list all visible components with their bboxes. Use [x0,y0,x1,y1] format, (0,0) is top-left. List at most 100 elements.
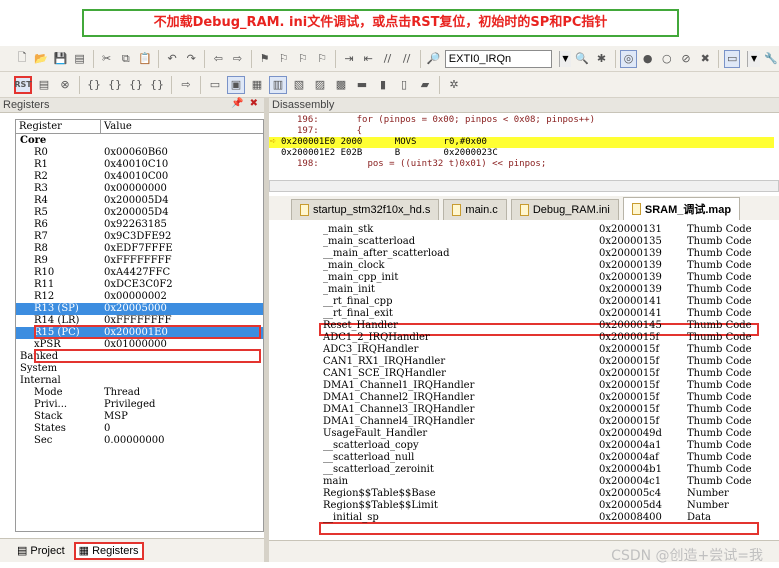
disassembly-line[interactable]: 0x200001E2 E02B B 0x2000023C [269,148,774,159]
map-row[interactable]: DMA1_Channel4_IRQHandler 0x2000015f Thumb … [269,416,779,427]
copy-icon[interactable]: ⧉ [118,50,134,68]
analysis-window-icon[interactable]: ▮ [374,76,392,94]
register-row[interactable]: R1 0x40010C10 [16,159,263,171]
map-row[interactable]: DMA1_Channel2_IRQHandler 0x2000015f Thumb … [269,392,779,403]
register-row[interactable]: R8 0xEDF7FFFE [16,243,263,255]
map-row[interactable]: __main_after_scatterload 0x20000139 Thumb … [269,248,779,259]
map-row[interactable]: Region$$Table$$Limit 0x200005d4 Number [269,500,779,511]
system-viewer-icon[interactable]: ▰ [416,76,434,94]
register-row[interactable]: Mode Thread [16,387,263,399]
register-value[interactable]: 0x00000002 [104,291,263,303]
register-value[interactable]: 0xFFFFFFFF [104,255,263,267]
register-value[interactable]: 0x200005D4 [104,207,263,219]
register-value[interactable]: 0x200005D4 [104,195,263,207]
tab-project[interactable]: ▤ Project [14,542,68,560]
map-file-editor[interactable]: _main_stk 0x20000131 Thumb Code _main_scatt… [269,220,779,540]
map-row[interactable]: Region$$Table$$Base 0x200005c4 Number [269,488,779,499]
register-value[interactable]: 0x40010C00 [104,171,263,183]
new-file-icon[interactable]: 🗋 [14,50,30,68]
register-value[interactable] [104,135,263,147]
register-value[interactable]: 0.00000000 [104,435,263,447]
stop-icon[interactable]: ⊗ [56,76,74,94]
register-value[interactable]: 0x9C3DFE92 [104,231,263,243]
uncomment-icon[interactable]: // [399,50,415,68]
window-layout-icon[interactable]: ▭ [724,49,741,68]
register-row[interactable]: R5 0x200005D4 [16,207,263,219]
file-tab[interactable]: Debug_RAM.ini [510,199,619,220]
redo-icon[interactable]: ↷ [183,50,199,68]
register-row[interactable]: Internal [16,375,263,387]
watch-window-icon[interactable]: ▨ [311,76,329,94]
disassembly-hscrollbar[interactable] [269,180,779,192]
chevron-down-icon[interactable]: ▼ [747,50,760,67]
register-value[interactable]: 0x00060B60 [104,147,263,159]
register-row[interactable]: R2 0x40010C00 [16,171,263,183]
chevron-down-icon[interactable]: ▼ [558,50,572,67]
map-row[interactable]: _main_init 0x20000139 Thumb Code [269,284,779,295]
undo-icon[interactable]: ↶ [164,50,180,68]
incremental-find-icon[interactable]: ✱ [593,50,609,68]
step-out-icon[interactable]: {} [127,76,145,94]
register-value[interactable] [104,375,263,387]
debug-session-icon[interactable]: ◎ [620,49,637,68]
map-row[interactable]: __rt_final_exit 0x20000141 Thumb Code [269,308,779,319]
map-row[interactable]: Reset_Handler 0x20000145 Thumb Code [269,320,779,331]
serial-window-icon[interactable]: ▬ [353,76,371,94]
disassembly-line[interactable]: 197: { [269,126,774,137]
file-tab[interactable]: SRAM_调试.map [622,197,741,220]
register-row[interactable]: System [16,363,263,375]
symbols-window-icon[interactable]: ▦ [248,76,266,94]
disassembly-line[interactable]: 198: pos = ((uint32 t)0x01) << pinpos; [269,159,774,170]
comment-icon[interactable]: // [379,50,395,68]
show-next-statement-icon[interactable]: ⇨ [177,76,195,94]
map-row[interactable]: __scatterload_copy 0x200004a1 Thumb Code [269,440,779,451]
register-row[interactable]: Privi... Privileged [16,399,263,411]
register-value[interactable]: 0x92263185 [104,219,263,231]
disassembly-window-icon[interactable]: ▣ [227,75,245,94]
register-value[interactable]: MSP [104,411,263,423]
map-row[interactable]: DMA1_Channel3_IRQHandler 0x2000015f Thumb … [269,404,779,415]
register-value[interactable]: 0x40010C10 [104,159,263,171]
save-icon[interactable]: 💾 [52,50,68,68]
register-value[interactable]: Thread [104,387,263,399]
close-icon[interactable]: ✖ [250,98,258,109]
map-row[interactable]: CAN1_RX1_IRQHandler 0x2000015f Thumb Code [269,356,779,367]
run-to-cursor-icon[interactable]: {} [148,76,166,94]
register-value[interactable]: 0 [104,423,263,435]
unindent-icon[interactable]: ⇤ [360,50,376,68]
step-into-icon[interactable]: {} [85,76,103,94]
register-value[interactable]: 0xDCE3C0F2 [104,279,263,291]
register-value[interactable]: 0x20005000 [104,303,263,315]
map-row[interactable]: main 0x200004c1 Thumb Code [269,476,779,487]
breakpoint-kill-icon[interactable]: ✖ [697,50,713,68]
register-value[interactable] [104,363,263,375]
disassembly-line[interactable]: 0x200001E0 2000 MOVS r0,#0x00 [269,137,774,148]
map-row[interactable]: _main_cpp_init 0x20000139 Thumb Code [269,272,779,283]
toolbox-icon[interactable]: ✲ [445,76,463,94]
breakpoint-disabled-icon[interactable]: ○ [659,50,675,68]
map-row[interactable]: __scatterload_null 0x200004af Thumb Code [269,452,779,463]
register-row[interactable]: R11 0xDCE3C0F2 [16,279,263,291]
register-row[interactable]: States 0 [16,423,263,435]
breakpoint-toggle-icon[interactable]: ⊘ [678,50,694,68]
trace-window-icon[interactable]: ▯ [395,76,413,94]
map-row[interactable]: UsageFault_Handler 0x2000049d Thumb Code [269,428,779,439]
step-over-icon[interactable]: {} [106,76,124,94]
reset-button[interactable]: RST [14,75,32,94]
map-row[interactable]: ADC1_2_IRQHandler 0x2000015f Thumb Code [269,332,779,343]
nav-back-icon[interactable]: ⇦ [210,50,226,68]
bookmark-icon[interactable]: ⚑ [256,50,272,68]
register-row[interactable]: R12 0x00000002 [16,291,263,303]
map-row[interactable]: __initial_sp 0x20008400 Data [269,512,779,523]
pin-icon[interactable]: 📌 [231,98,243,109]
paste-icon[interactable]: 📋 [137,50,153,68]
breakpoint-icon[interactable]: ● [640,50,656,68]
file-tab[interactable]: main.c [443,199,507,220]
memory-window-icon[interactable]: ▩ [332,76,350,94]
register-row[interactable]: R10 0xA4427FFC [16,267,263,279]
register-row[interactable]: Core [16,135,263,147]
cut-icon[interactable]: ✂ [99,50,115,68]
open-file-icon[interactable]: 📂 [33,50,49,68]
register-row[interactable]: Sec 0.00000000 [16,435,263,447]
map-hscrollbar[interactable]: CSDN @创造+尝试=我 [269,540,779,564]
